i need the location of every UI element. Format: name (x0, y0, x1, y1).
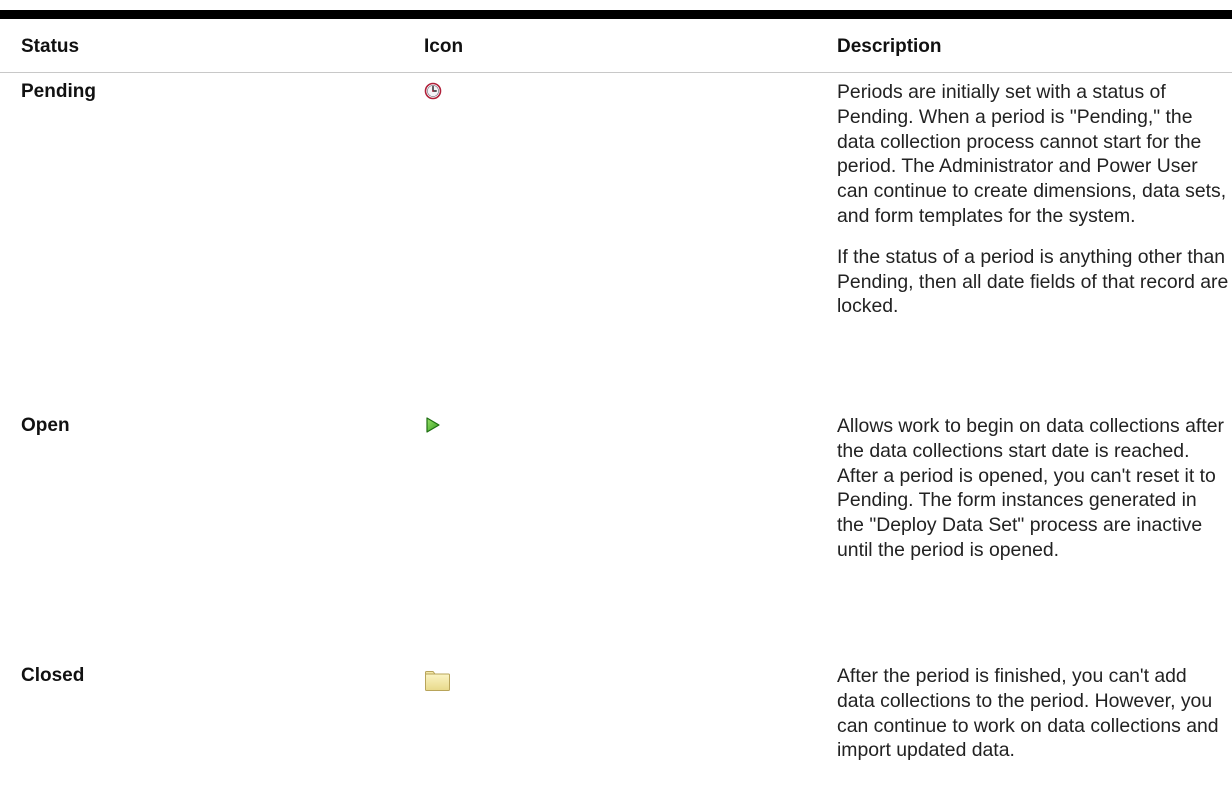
description-pending: Periods are initially set with a status … (837, 80, 1229, 335)
table-header-row: Status Icon Description (0, 19, 1232, 73)
description-paragraph: Allows work to begin on data collections… (837, 415, 1224, 561)
clock-icon (424, 82, 442, 100)
header-icon: Icon (424, 36, 464, 57)
description-paragraph: If the status of a period is anything ot… (837, 245, 1229, 318)
status-label-pending: Pending (21, 81, 96, 102)
green-play-arrow-icon (424, 416, 442, 434)
table-top-rule (0, 10, 1232, 19)
header-description: Description (837, 36, 942, 57)
folder-icon (424, 670, 451, 692)
description-open: Allows work to begin on data collections… (837, 414, 1229, 579)
status-label-open: Open (21, 415, 70, 436)
description-closed: After the period is finished, you can't … (837, 664, 1229, 779)
description-paragraph: Periods are initially set with a status … (837, 81, 1227, 227)
description-paragraph: After the period is finished, you can't … (837, 665, 1219, 762)
status-label-closed: Closed (21, 665, 85, 686)
header-status: Status (21, 36, 80, 57)
